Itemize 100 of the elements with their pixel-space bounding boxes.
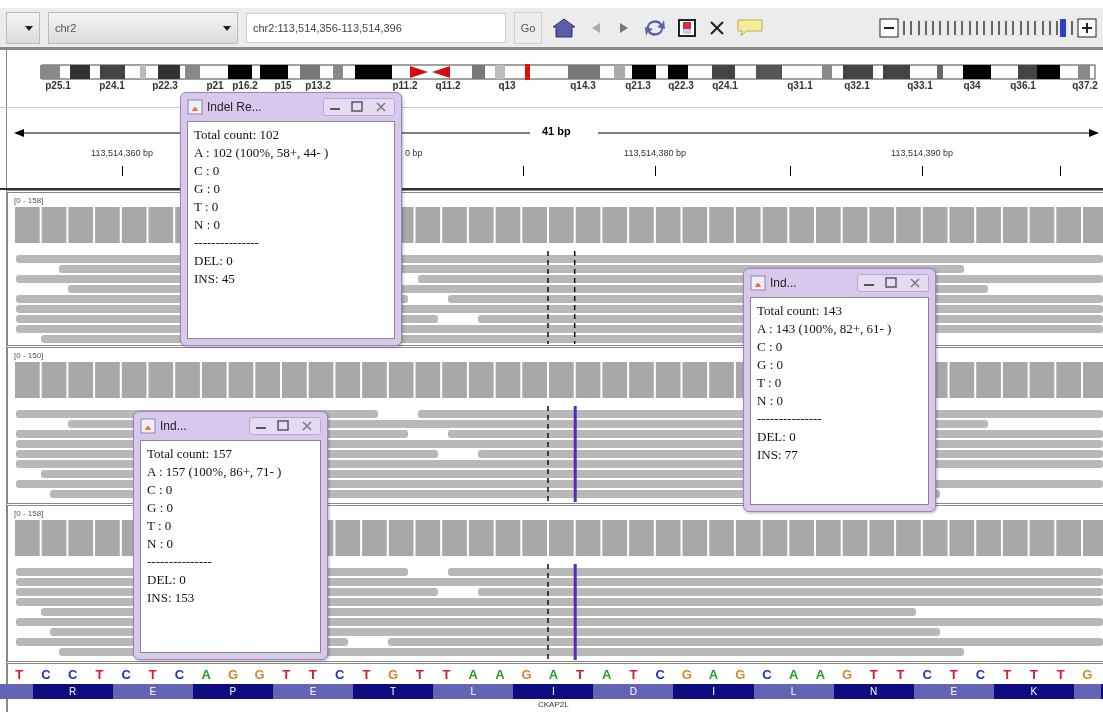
range-label: [0 - 158] xyxy=(14,509,44,518)
popup-text-line: G : 0 xyxy=(194,180,220,198)
popup-text-line: A : 143 (100%, 82+, 61- ) xyxy=(757,320,892,338)
sequence-base: A xyxy=(601,667,613,682)
popup-text-line: DEL: 0 xyxy=(194,252,233,270)
sequence-base: C xyxy=(921,667,933,682)
range-label: [0 - 158] xyxy=(14,196,44,205)
band-label: q33.1 xyxy=(907,80,933,91)
sequence-base: A xyxy=(787,667,800,682)
java-icon xyxy=(187,99,203,115)
sequence-base: G xyxy=(680,667,693,682)
band-label: p16.2 xyxy=(232,80,258,91)
sequence-base: T xyxy=(628,667,639,682)
ruler-label: 113,514,390 bp xyxy=(891,148,953,158)
popup-title: Ind... xyxy=(770,276,797,290)
popup-text-line: N : 0 xyxy=(194,216,220,234)
popup-text-line: A : 157 (100%, 86+, 71- ) xyxy=(147,463,282,481)
popup-text-line: Total count: 157 xyxy=(147,445,233,463)
band-label: p15 xyxy=(274,80,292,91)
band-label: q13 xyxy=(498,80,516,91)
popup-text-line: N : 0 xyxy=(147,535,173,553)
sequence-base: T xyxy=(1002,667,1013,682)
amino-acid: E xyxy=(112,684,193,699)
java-icon xyxy=(750,275,766,291)
amino-acid: E xyxy=(273,684,354,699)
sequence-base: C xyxy=(761,667,773,682)
sequence-base: T xyxy=(1055,667,1066,682)
popup-text-line: N : 0 xyxy=(757,392,783,410)
sequence-base: G xyxy=(226,667,239,682)
popup-text-line: Total count: 143 xyxy=(757,302,843,320)
popup-title: Ind... xyxy=(160,419,187,433)
popup-text-line: T : 0 xyxy=(757,374,782,392)
band-label: q37.2 xyxy=(1072,80,1098,91)
caret-icon xyxy=(223,25,231,31)
sequence-base: T xyxy=(147,667,158,682)
band-label: q21.3 xyxy=(625,80,651,91)
popup-text-line: INS: 77 xyxy=(757,446,798,464)
amino-acid: E xyxy=(913,684,994,699)
popup-text-line: --------------- xyxy=(757,410,822,428)
sequence-base: G xyxy=(253,667,266,682)
range-label: [0 - 150] xyxy=(14,351,44,360)
sequence-base: G xyxy=(520,667,533,682)
zoom-slider[interactable] xyxy=(903,17,1073,38)
sequence-base: G xyxy=(1081,667,1094,682)
ruler-label: 113,514,360 bp xyxy=(91,148,153,158)
sequence-base: T xyxy=(14,667,25,682)
band-label: p22.3 xyxy=(152,80,178,91)
popup-text-line: INS: 153 xyxy=(147,589,195,607)
sequence-base: A xyxy=(707,667,720,682)
region-icon[interactable] xyxy=(676,16,698,39)
locus-field[interactable]: chr2:113,514,356-113,514,396 xyxy=(246,12,506,43)
sequence-base: T xyxy=(441,667,452,682)
sequence-base: C xyxy=(173,667,186,682)
chromosome-dropdown[interactable]: chr2 xyxy=(48,11,238,44)
gene-label: CKAP2L xyxy=(538,700,569,709)
popup-text-line: DEL: 0 xyxy=(757,428,796,446)
sequence-base: A xyxy=(200,667,212,682)
java-icon xyxy=(140,418,156,434)
band-label: p11.2 xyxy=(392,80,418,91)
popup-text-line: T : 0 xyxy=(147,517,172,535)
popup-text-line: C : 0 xyxy=(147,481,173,499)
band-label: q32.1 xyxy=(844,80,870,91)
sequence-base: T xyxy=(308,667,318,682)
sequence-base: T xyxy=(895,667,906,682)
popup-text-line: --------------- xyxy=(147,553,212,571)
sequence-base: C xyxy=(334,667,346,682)
sequence-base: C xyxy=(974,667,987,682)
popup-text-line: G : 0 xyxy=(757,356,783,374)
sequence-base: C xyxy=(40,667,52,682)
sequence-base: A xyxy=(494,667,506,682)
zoom-in-icon[interactable] xyxy=(1077,17,1097,38)
band-label: q31.1 xyxy=(787,80,813,91)
sequence-base: T xyxy=(281,667,292,682)
translation-segment xyxy=(1074,684,1101,699)
band-label: q34 xyxy=(963,80,981,91)
amino-acid: L xyxy=(433,684,514,699)
sequence-base: T xyxy=(94,667,105,682)
popup-text-line: C : 0 xyxy=(194,162,220,180)
translation-segment xyxy=(0,684,33,699)
band-label: q14.3 xyxy=(570,80,596,91)
amino-acid: D xyxy=(593,684,674,699)
sequence-base: T xyxy=(575,667,585,682)
sequence-base: T xyxy=(1028,667,1039,682)
band-label: p25.1 xyxy=(45,80,71,91)
sequence-base: T xyxy=(948,667,959,682)
band-label: p21 xyxy=(206,80,224,91)
zoom-out-icon[interactable] xyxy=(879,17,899,38)
sequence-base: G xyxy=(387,667,400,682)
popup-text-line: Total count: 102 xyxy=(194,126,280,144)
sequence-base: C xyxy=(654,667,666,682)
popup-text-line: T : 0 xyxy=(194,198,219,216)
sequence-base: C xyxy=(67,667,79,682)
popup-text-line: INS: 45 xyxy=(194,270,235,288)
amino-acid: L xyxy=(753,684,834,699)
sequence-base: T xyxy=(868,667,879,682)
sequence-base: A xyxy=(547,667,560,682)
popup-text-line: A : 102 (100%, 58+, 44- ) xyxy=(194,144,329,162)
sequence-base: G xyxy=(840,667,854,682)
popup-title: Indel Re... xyxy=(207,100,262,114)
go-button[interactable]: Go xyxy=(514,11,542,44)
